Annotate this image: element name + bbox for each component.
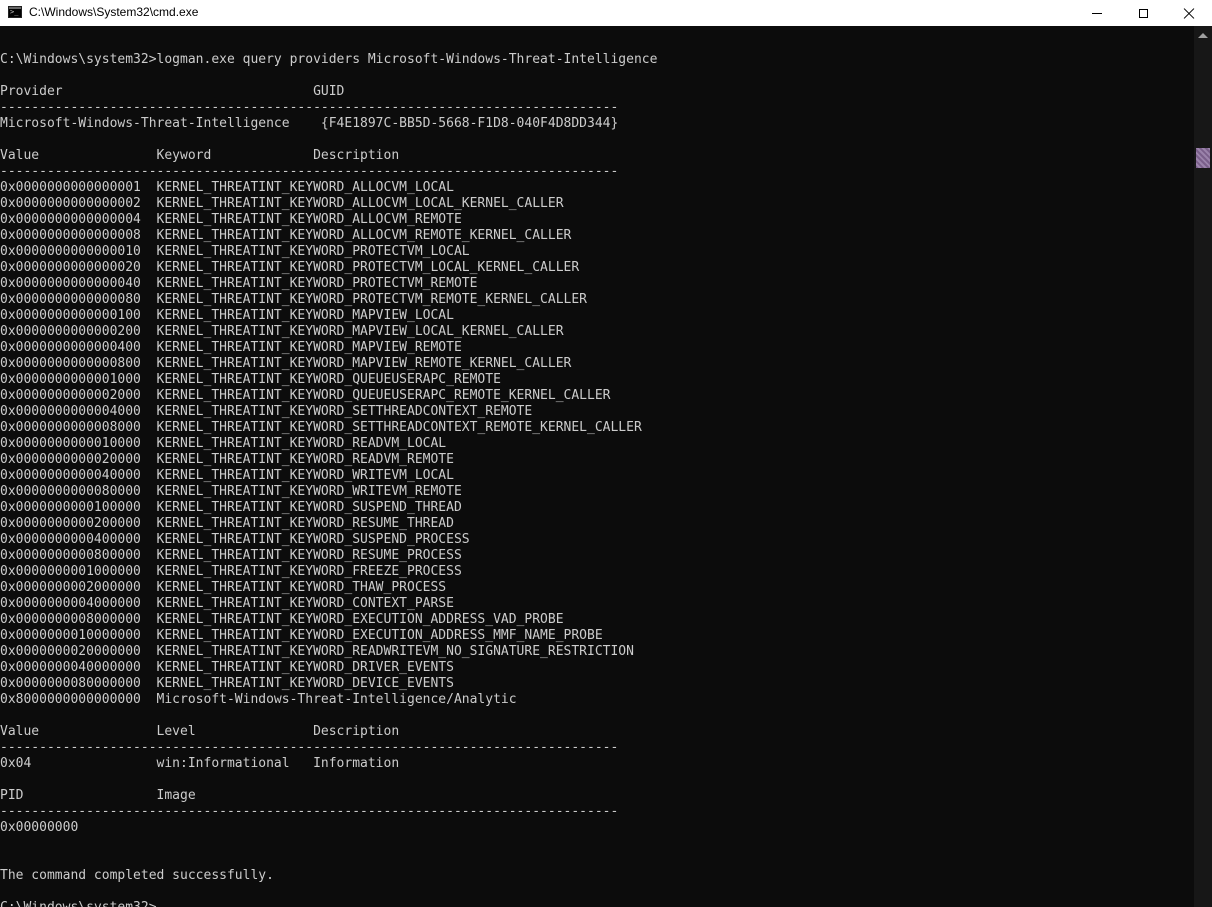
console-line: 0x8000000000000000 Microsoft-Windows-Thr… [0,692,517,707]
prompt-line[interactable]: C:\Windows\system32> [0,900,1194,907]
maximize-button[interactable] [1120,0,1166,26]
console-line: 0x0000000000010000 KERNEL_THREATINT_KEYW… [0,436,447,451]
console-line: 0x0000000000000200 KERNEL_THREATINT_KEYW… [0,324,564,339]
console-line: 0x0000000000000100 KERNEL_THREATINT_KEYW… [0,308,454,323]
console-line: 0x0000000000008000 KERNEL_THREATINT_KEYW… [0,420,642,435]
console-line: 0x0000000080000000 KERNEL_THREATINT_KEYW… [0,676,454,691]
console-line: C:\Windows\system32>logman.exe query pro… [0,52,658,67]
close-icon [1183,7,1195,19]
console-line: 0x00000000 [0,820,79,835]
console-line: 0x0000000000000040 KERNEL_THREATINT_KEYW… [0,276,478,291]
console-line: 0x0000000000000080 KERNEL_THREATINT_KEYW… [0,292,587,307]
title-bar[interactable]: C:\Windows\System32\cmd.exe [0,0,1212,26]
console-line: 0x0000000008000000 KERNEL_THREATINT_KEYW… [0,612,564,627]
prompt-text: C:\Windows\system32> [0,900,157,907]
console-line: 0x0000000020000000 KERNEL_THREATINT_KEYW… [0,644,634,659]
console-line: 0x0000000000004000 KERNEL_THREATINT_KEYW… [0,404,533,419]
cmd-window: C:\Windows\System32\cmd.exe C:\Windows\s… [0,0,1212,907]
console-line: 0x0000000002000000 KERNEL_THREATINT_KEYW… [0,580,447,595]
minimize-icon [1092,12,1102,14]
console-line: 0x0000000000020000 KERNEL_THREATINT_KEYW… [0,452,454,467]
window-title: C:\Windows\System32\cmd.exe [29,5,199,19]
console-line: 0x0000000000080000 KERNEL_THREATINT_KEYW… [0,484,462,499]
console-line: 0x0000000000000020 KERNEL_THREATINT_KEYW… [0,260,580,275]
console-line: 0x0000000000000010 KERNEL_THREATINT_KEYW… [0,244,470,259]
console-line: PID Image [0,788,196,803]
console-line: 0x0000000000200000 KERNEL_THREATINT_KEYW… [0,516,454,531]
console-line: 0x0000000000000004 KERNEL_THREATINT_KEYW… [0,212,462,227]
console-line: 0x0000000000040000 KERNEL_THREATINT_KEYW… [0,468,454,483]
console-line: 0x0000000000000400 KERNEL_THREATINT_KEYW… [0,340,462,355]
minimize-button[interactable] [1074,0,1120,26]
scrollbar-thumb[interactable] [1196,148,1210,168]
console-line: 0x0000000040000000 KERNEL_THREATINT_KEYW… [0,660,454,675]
console-line: 0x0000000004000000 KERNEL_THREATINT_KEYW… [0,596,454,611]
console-line: 0x0000000000800000 KERNEL_THREATINT_KEYW… [0,548,462,563]
console-line: 0x0000000000100000 KERNEL_THREATINT_KEYW… [0,500,462,515]
console-line: 0x0000000010000000 KERNEL_THREATINT_KEYW… [0,628,603,643]
console-line: 0x0000000000000008 KERNEL_THREATINT_KEYW… [0,228,572,243]
console-line: 0x0000000000400000 KERNEL_THREATINT_KEYW… [0,532,470,547]
console-line: ----------------------------------------… [0,804,619,819]
console-line: Provider GUID [0,84,345,99]
scroll-up-arrow-icon[interactable] [1198,33,1208,38]
maximize-icon [1138,8,1148,18]
console-line: The command completed successfully. [0,868,274,883]
close-button[interactable] [1166,0,1212,26]
console-output[interactable]: C:\Windows\system32>logman.exe query pro… [0,36,1194,907]
console-line: ----------------------------------------… [0,740,619,755]
console-line: Value Level Description [0,724,400,739]
console-line: ----------------------------------------… [0,100,619,115]
cmd-app-icon[interactable] [8,6,22,18]
console-line: 0x0000000000002000 KERNEL_THREATINT_KEYW… [0,388,611,403]
console-line: ----------------------------------------… [0,164,619,179]
console-line: 0x0000000000001000 KERNEL_THREATINT_KEYW… [0,372,501,387]
console-line: 0x0000000000000002 KERNEL_THREATINT_KEYW… [0,196,564,211]
console-line: Value Keyword Description [0,148,400,163]
console-line: Microsoft-Windows-Threat-Intelligence {F… [0,116,619,131]
vertical-scrollbar[interactable] [1194,26,1212,907]
console-line: 0x0000000000000800 KERNEL_THREATINT_KEYW… [0,356,572,371]
console-line: 0x0000000001000000 KERNEL_THREATINT_KEYW… [0,564,462,579]
console-line: 0x04 win:Informational Information [0,756,400,771]
console-line: 0x0000000000000001 KERNEL_THREATINT_KEYW… [0,180,454,195]
